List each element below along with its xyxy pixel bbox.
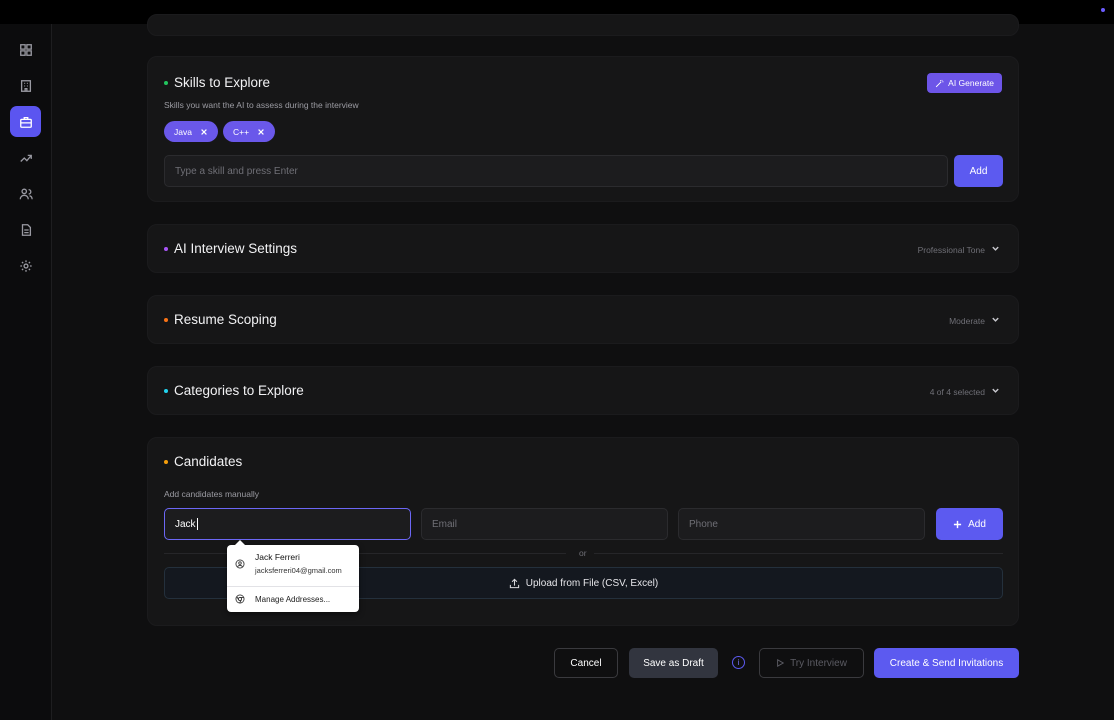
- settings-icon: [19, 259, 32, 272]
- skill-chip-label: C++: [233, 126, 250, 137]
- main-content: Skills to Explore Skills you want the AI…: [52, 14, 1114, 720]
- add-candidate-label: Add: [968, 518, 986, 530]
- chevron-down-icon: [991, 386, 1000, 397]
- ai-settings-bullet: [164, 247, 168, 251]
- categories-card[interactable]: Categories to Explore 4 of 4 selected: [147, 366, 1019, 415]
- skill-chip: C++: [223, 121, 276, 142]
- ai-settings-card[interactable]: AI Interview Settings Professional Tone: [147, 224, 1019, 273]
- suggestion-email: jacksferreri04@gmail.com: [255, 566, 342, 575]
- skills-bullet: [164, 81, 168, 85]
- sidebar: [0, 24, 52, 720]
- play-icon: [777, 659, 785, 667]
- candidate-phone-input[interactable]: Phone: [678, 508, 925, 540]
- resume-value: Moderate: [949, 315, 985, 326]
- divider: [164, 553, 566, 554]
- sidebar-item-analytics[interactable]: [10, 142, 41, 173]
- try-interview-label: Try Interview: [790, 657, 847, 669]
- candidates-title: Candidates: [174, 454, 243, 469]
- skills-card: Skills to Explore Skills you want the AI…: [147, 56, 1019, 202]
- candidate-name-value: Jack: [175, 518, 196, 530]
- previous-section-card: [147, 14, 1019, 36]
- sidebar-item-dashboard[interactable]: [10, 34, 41, 65]
- sidebar-item-jobs[interactable]: [10, 106, 41, 137]
- upload-icon: [509, 578, 519, 588]
- skills-subtitle: Skills you want the AI to assess during …: [164, 100, 359, 110]
- ai-settings-value: Professional Tone: [917, 244, 985, 255]
- dashboard-icon: [19, 43, 32, 56]
- create-send-button[interactable]: Create & Send Invitations: [874, 648, 1019, 678]
- briefcase-icon: [19, 116, 32, 128]
- skill-input[interactable]: Type a skill and press Enter: [164, 155, 948, 187]
- autofill-suggestion[interactable]: Jack Ferreri jacksferreri04@gmail.com: [227, 545, 359, 584]
- try-interview-button[interactable]: Try Interview: [759, 648, 864, 678]
- chevron-down-icon: [991, 315, 1000, 326]
- plus-icon: [953, 520, 962, 528]
- skill-chip-label: Java: [174, 126, 192, 137]
- categories-value: 4 of 4 selected: [929, 386, 985, 397]
- or-label: or: [579, 548, 587, 558]
- magic-wand-icon: [935, 79, 944, 87]
- resume-title: Resume Scoping: [174, 312, 277, 327]
- ai-generate-button[interactable]: AI Generate: [927, 73, 1002, 93]
- resume-toggle[interactable]: Moderate: [949, 315, 1000, 326]
- candidates-subtitle: Add candidates manually: [164, 489, 259, 499]
- chrome-icon: [235, 594, 245, 604]
- add-candidate-button[interactable]: Add: [936, 508, 1003, 540]
- remove-chip-icon[interactable]: [257, 128, 265, 136]
- categories-bullet: [164, 389, 168, 393]
- cancel-button[interactable]: Cancel: [554, 648, 618, 678]
- resume-scoping-card[interactable]: Resume Scoping Moderate: [147, 295, 1019, 344]
- document-icon: [21, 223, 31, 236]
- skills-title: Skills to Explore: [174, 75, 271, 90]
- candidates-bullet: [164, 460, 168, 464]
- skill-chip: Java: [164, 121, 218, 142]
- sidebar-item-companies[interactable]: [10, 70, 41, 101]
- building-icon: [20, 79, 31, 92]
- manage-addresses-label: Manage Addresses...: [255, 595, 331, 604]
- trending-icon: [19, 154, 32, 162]
- categories-title: Categories to Explore: [174, 383, 304, 398]
- manage-addresses-item[interactable]: Manage Addresses...: [227, 587, 359, 612]
- upload-label: Upload from File (CSV, Excel): [525, 577, 659, 589]
- info-icon[interactable]: i: [732, 656, 745, 669]
- text-cursor: [196, 518, 198, 530]
- candidate-email-input[interactable]: Email: [421, 508, 668, 540]
- sidebar-item-settings[interactable]: [10, 250, 41, 281]
- divider: [594, 553, 1003, 554]
- ai-settings-title: AI Interview Settings: [174, 241, 298, 256]
- status-dot: [1101, 8, 1105, 12]
- suggestion-name: Jack Ferreri: [255, 552, 300, 562]
- candidate-name-input[interactable]: Jack: [164, 508, 411, 540]
- add-skill-button[interactable]: Add: [954, 155, 1003, 187]
- chevron-down-icon: [991, 244, 1000, 255]
- ai-settings-toggle[interactable]: Professional Tone: [918, 244, 1000, 255]
- save-draft-button[interactable]: Save as Draft: [629, 648, 718, 678]
- autofill-dropdown: Jack Ferreri jacksferreri04@gmail.com Ma…: [227, 540, 359, 612]
- ai-generate-label: AI Generate: [948, 78, 994, 88]
- remove-chip-icon[interactable]: [200, 128, 208, 136]
- categories-toggle[interactable]: 4 of 4 selected: [930, 386, 1000, 397]
- users-icon: [19, 188, 33, 199]
- sidebar-item-reports[interactable]: [10, 214, 41, 245]
- sidebar-item-candidates[interactable]: [10, 178, 41, 209]
- user-circle-icon: [235, 559, 245, 569]
- resume-bullet: [164, 318, 168, 322]
